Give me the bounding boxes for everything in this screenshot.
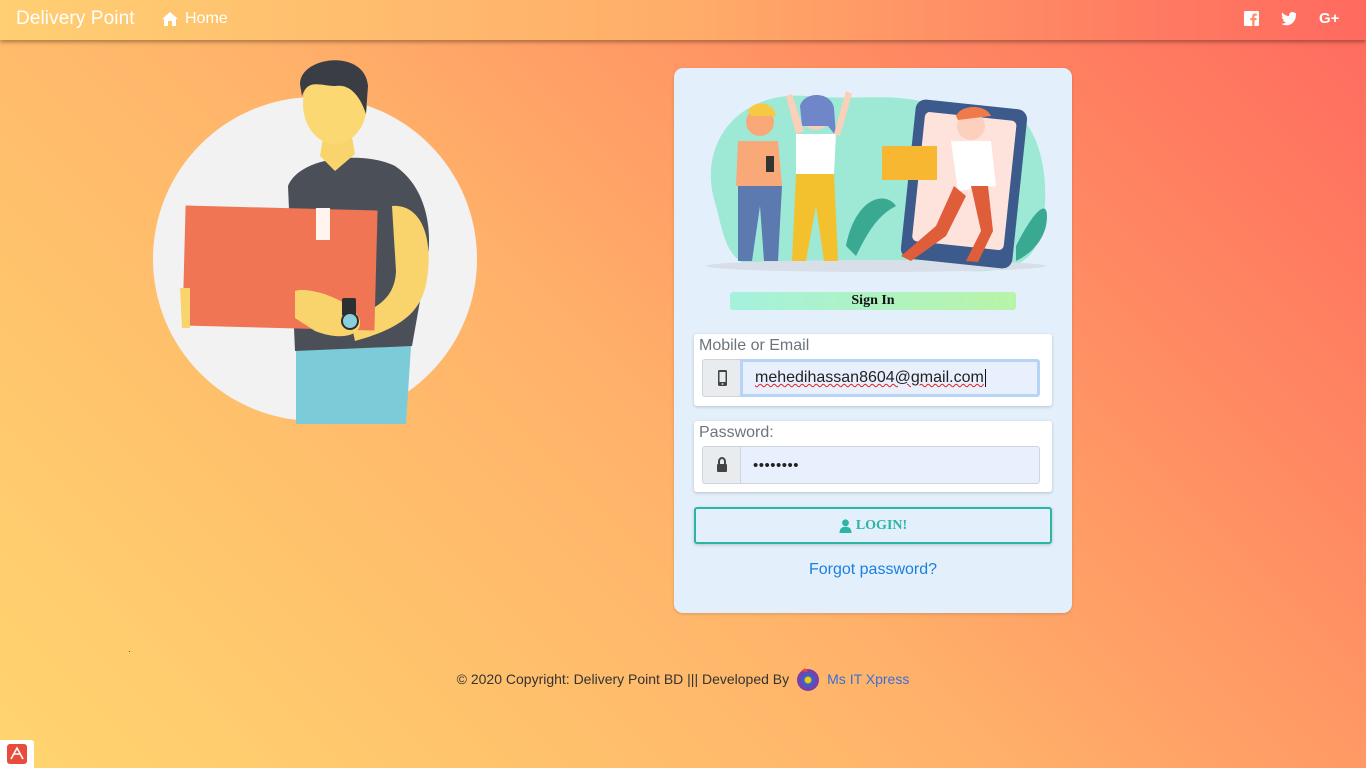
email-value: mehedihassan8604@gmail.com <box>755 369 984 386</box>
login-button-label: LOGIN! <box>855 517 908 533</box>
password-input-group: •••••••• <box>702 446 1040 484</box>
nav-home-link[interactable]: Home <box>161 10 228 28</box>
celebration-illustration <box>706 91 1047 272</box>
twitter-icon <box>1281 11 1296 26</box>
email-field-group: Mobile or Email mehedihassan8604@gmail.c… <box>694 334 1052 406</box>
twitter-link[interactable] <box>1281 11 1296 26</box>
app-icon <box>7 744 27 764</box>
delivery-man-illustration <box>153 60 477 424</box>
email-input[interactable]: mehedihassan8604@gmail.com <box>740 359 1040 397</box>
top-navbar: Delivery Point Home G+ <box>0 0 1366 40</box>
lock-icon <box>716 457 727 472</box>
password-input[interactable]: •••••••• <box>740 446 1040 484</box>
email-label: Mobile or Email <box>699 337 810 354</box>
brand-logo-text[interactable]: Delivery Point <box>16 8 135 30</box>
password-value: •••••••• <box>753 456 800 474</box>
password-label: Password: <box>699 424 774 441</box>
google-plus-icon: G+ <box>1319 10 1340 27</box>
sign-in-heading: Sign In <box>730 292 1016 310</box>
password-field-group: Password: •••••••• <box>694 421 1052 492</box>
login-button[interactable]: LOGIN! <box>694 507 1052 544</box>
mobile-phone-icon <box>717 370 727 386</box>
developer-link[interactable]: Ms IT Xpress <box>827 671 909 687</box>
footer-copyright: © 2020 Copyright: Delivery Point BD ||| … <box>456 671 790 687</box>
footer: © 2020 Copyright: Delivery Point BD ||| … <box>0 666 1366 692</box>
nav-home-label: Home <box>185 10 228 27</box>
login-card: Sign In Mobile or Email mehedihassan8604… <box>674 68 1072 613</box>
home-icon <box>162 12 178 26</box>
facebook-icon <box>1244 11 1259 26</box>
stray-dot <box>129 651 130 652</box>
user-icon <box>839 518 852 533</box>
email-input-group: mehedihassan8604@gmail.com <box>702 359 1040 397</box>
facebook-link[interactable] <box>1244 11 1259 26</box>
extension-icon[interactable] <box>0 740 34 768</box>
text-cursor <box>984 369 986 387</box>
developer-logo-icon <box>797 668 820 691</box>
mobile-icon-addon <box>702 359 740 397</box>
lock-icon-addon <box>702 446 740 484</box>
google-plus-link[interactable]: G+ <box>1319 10 1339 27</box>
forgot-password-link[interactable]: Forgot password? <box>674 561 1072 579</box>
